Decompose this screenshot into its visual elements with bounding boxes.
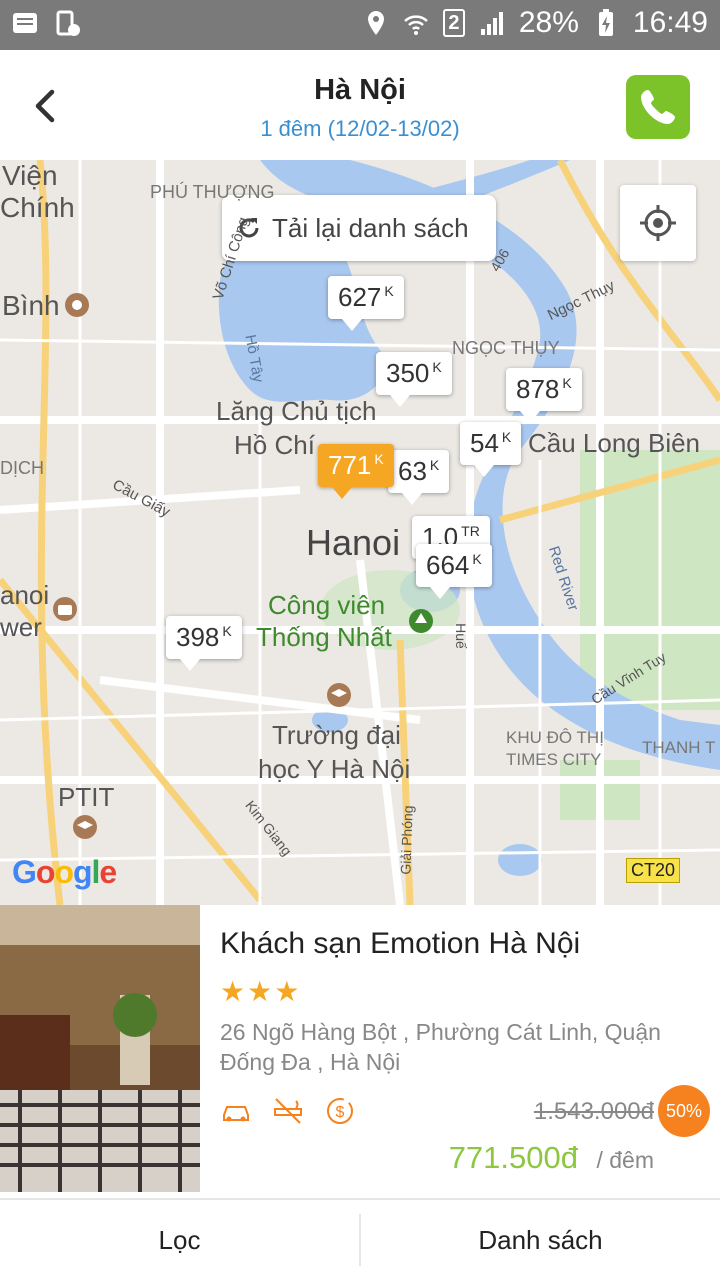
- price-pin[interactable]: 63 K: [388, 450, 450, 505]
- map-label: PTIT: [58, 782, 115, 812]
- battery-charging-icon: [598, 9, 613, 36]
- map-label: anoi: [0, 580, 50, 610]
- battery-percent: 28%: [518, 6, 579, 39]
- list-view-button[interactable]: Danh sách: [361, 1200, 720, 1280]
- sale-price: 771.500đ: [448, 1140, 578, 1175]
- date-range[interactable]: 1 đêm (12/02-13/02): [0, 116, 720, 142]
- reload-list-button[interactable]: Tải lại danh sách: [222, 195, 496, 261]
- my-location-button[interactable]: [620, 185, 696, 261]
- location-icon: [367, 11, 384, 35]
- star-rating: ★★★: [220, 976, 302, 1007]
- map-label: Bình: [2, 290, 60, 321]
- bottom-bar: Lọc Danh sách: [0, 1198, 720, 1280]
- map-label: Hanoi: [306, 522, 401, 563]
- map-label: KHU ĐÔ THỊ: [506, 728, 604, 747]
- map-label: Viện: [2, 160, 58, 191]
- map-label: Huế: [452, 623, 469, 649]
- map-label: Thống Nhất: [256, 622, 392, 652]
- hotel-photo[interactable]: [0, 905, 200, 1192]
- hotel-address: 26 Ngõ Hàng Bột , Phường Cát Linh, Quận …: [220, 1019, 661, 1075]
- status-bar: 2 28% 16:49: [0, 0, 720, 50]
- price-pin[interactable]: 627 K: [328, 276, 404, 331]
- signal-icon: [480, 12, 503, 35]
- map-label: Lăng Chủ tịch: [216, 396, 377, 426]
- school-icon: [327, 683, 351, 707]
- clock: 16:49: [632, 6, 708, 39]
- call-button[interactable]: [626, 75, 690, 139]
- page-title: Hà Nội: [314, 74, 406, 106]
- message-icon: [13, 13, 37, 33]
- no-smoking-icon: [274, 1098, 302, 1124]
- map-label: Chính: [0, 192, 75, 223]
- place-icon: [65, 293, 89, 317]
- hotel-lobby-image: [0, 905, 200, 1192]
- header: Hà Nội 1 đêm (12/02-13/02): [0, 50, 720, 160]
- crosshair-icon: [640, 205, 676, 241]
- hotel-card[interactable]: Khách sạn Emotion Hà Nội ★★★ 26 Ngõ Hàng…: [0, 905, 720, 1195]
- svg-text:$: $: [336, 1104, 345, 1121]
- price-pin[interactable]: 664 K: [416, 544, 492, 599]
- map-label: học Y Hà Nội: [258, 754, 411, 784]
- map-label: PHÚ THƯỢNG: [150, 182, 275, 202]
- map-label: Hồ Chí: [234, 430, 315, 460]
- map-view[interactable]: Tải lại danh sách Viện Chính PHÚ THƯỢNG …: [0, 160, 720, 905]
- sim-slot-badge: 2: [442, 9, 465, 37]
- road-badge: CT20: [626, 858, 681, 883]
- hotel-name[interactable]: Khách sạn Emotion Hà Nội: [220, 927, 580, 961]
- phone-icon: [641, 90, 675, 124]
- map-label: Công viên: [268, 590, 386, 620]
- park-icon: [409, 609, 433, 633]
- per-night-label: / đêm: [596, 1147, 654, 1173]
- school-icon: [73, 815, 97, 839]
- price-pin[interactable]: 54 K: [460, 422, 522, 477]
- map-label: wer: [0, 612, 42, 642]
- price-pin-selected[interactable]: 771 K: [318, 444, 394, 499]
- map-label: Trường đại: [272, 720, 401, 750]
- google-logo: Google: [12, 854, 117, 890]
- car-icon: [223, 1106, 249, 1122]
- discount-badge: 50%: [658, 1085, 710, 1137]
- filter-button[interactable]: Lọc: [0, 1200, 359, 1280]
- price-pin[interactable]: 398 K: [166, 616, 242, 671]
- map-label: TIMES CITY: [506, 750, 602, 769]
- map-label: Giải Phóng: [397, 805, 416, 875]
- money-icon: $: [327, 1098, 353, 1124]
- map-label: DỊCH: [0, 458, 44, 478]
- original-price: 1.543.000đ: [533, 1098, 654, 1125]
- camera-icon: [53, 597, 77, 621]
- price-pin[interactable]: 350 K: [376, 352, 452, 407]
- amenity-list: $: [220, 1095, 356, 1127]
- map-label: NGỌC THỤY: [452, 338, 560, 358]
- map-label: THANH T: [642, 738, 716, 757]
- reload-label: Tải lại danh sách: [272, 212, 469, 243]
- device-sync-icon: [56, 10, 80, 36]
- price-pin[interactable]: 878 K: [506, 368, 582, 423]
- map-label: Cầu Long Biên: [528, 428, 701, 458]
- wifi-icon: [404, 15, 428, 35]
